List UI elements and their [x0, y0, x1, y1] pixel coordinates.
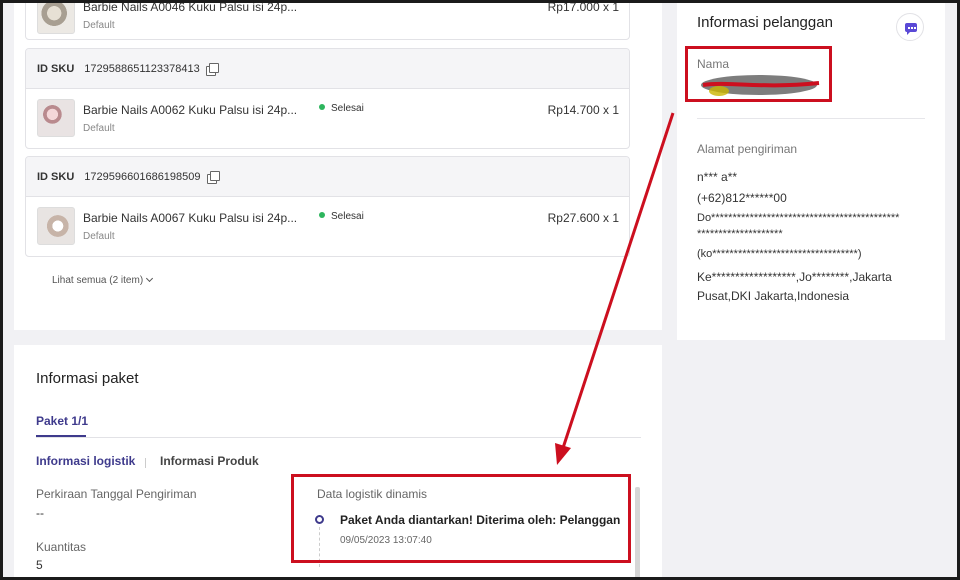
annotation-arrow [555, 112, 675, 465]
page-frame: Barbie Nails A0046 Kuku Palsu isi 24p...… [3, 3, 957, 577]
